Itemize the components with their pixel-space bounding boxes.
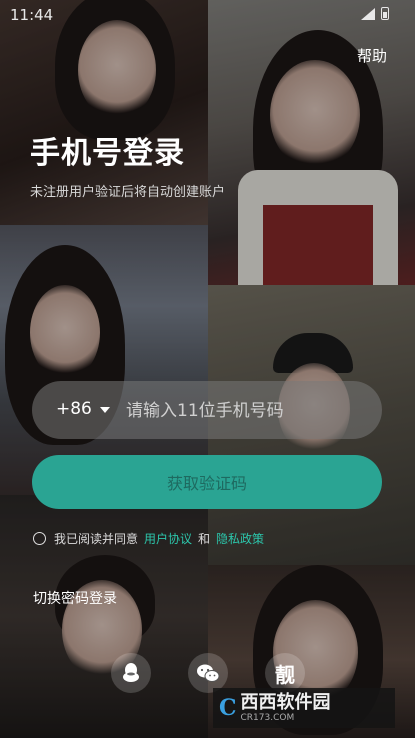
help-link[interactable]: 帮助 (357, 45, 387, 66)
phone-input-group: +86 (32, 381, 382, 439)
watermark: C 西西软件园 CR173.COM (213, 688, 395, 728)
qq-login-button[interactable] (111, 653, 151, 693)
agreement-text: 我已阅读并同意 (54, 532, 139, 546)
signal-icon (361, 7, 375, 20)
liang-login-button[interactable]: 靓 (265, 653, 305, 693)
wechat-login-button[interactable] (188, 653, 228, 693)
agreement-and-text: 和 (198, 532, 211, 546)
qq-icon (123, 663, 139, 682)
chevron-down-icon (99, 407, 110, 413)
switch-password-login-link[interactable]: 切换密码登录 (33, 588, 117, 608)
country-code-selector[interactable]: +86 (56, 399, 110, 419)
page-subtitle: 未注册用户验证后将自动创建账户 (30, 185, 226, 200)
watermark-site: CR173.COM (240, 713, 295, 723)
liang-icon: 靓 (275, 662, 295, 687)
phone-number-input[interactable] (124, 393, 368, 429)
get-verification-code-button[interactable]: 获取验证码 (32, 455, 382, 509)
watermark-brand: 西西软件园 (240, 692, 331, 713)
page-title: 手机号登录 (30, 136, 185, 171)
privacy-policy-link[interactable]: 隐私政策 (216, 530, 264, 547)
country-code-value: +86 (56, 399, 92, 419)
background-photo-collage (0, 0, 415, 738)
battery-icon (381, 7, 389, 20)
agreement-checkbox[interactable] (33, 532, 46, 545)
watermark-logo: C (219, 695, 237, 721)
status-bar: 11:44 (0, 0, 415, 28)
status-time: 11:44 (10, 6, 54, 24)
user-agreement-link[interactable]: 用户协议 (144, 530, 192, 547)
agreement-row: 我已阅读并同意 用户协议 和 隐私政策 (33, 530, 270, 547)
wechat-icon (197, 664, 220, 682)
